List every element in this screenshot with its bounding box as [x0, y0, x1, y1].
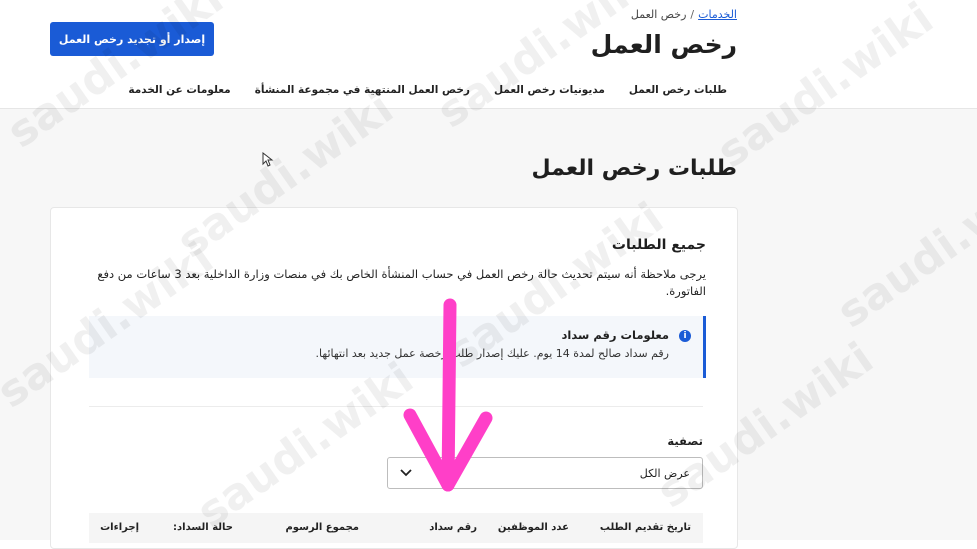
- main-content: طلبات رخص العمل جميع الطلبات يرجى ملاحظة…: [0, 109, 977, 549]
- tab-expired[interactable]: رخص العمل المنتهية في مجموعة المنشأة: [255, 84, 470, 96]
- section-title: طلبات رخص العمل: [531, 156, 737, 181]
- breadcrumb: الخدمات/رخص العمل: [631, 8, 737, 21]
- col-total-fees: مجموع الرسوم: [285, 522, 359, 533]
- info-icon: i: [679, 330, 691, 342]
- col-payment-status: حالة السداد:: [173, 522, 233, 533]
- table-header: تاريخ تقديم الطلب عدد الموظفين رقم سداد …: [89, 513, 703, 543]
- mouse-cursor-icon: [262, 152, 274, 167]
- breadcrumb-current: رخص العمل: [630, 8, 687, 21]
- breadcrumb-services-link[interactable]: الخدمات: [698, 8, 737, 21]
- divider: [89, 406, 703, 407]
- tab-service-info[interactable]: معلومات عن الخدمة: [128, 84, 230, 96]
- filter-selected-value: عرض الكل: [639, 467, 690, 480]
- breadcrumb-separator: /: [690, 8, 695, 21]
- filter-label: تصفية: [667, 434, 703, 448]
- info-title: معلومات رقم سداد: [561, 328, 669, 342]
- chevron-down-icon: [400, 469, 412, 477]
- info-text: رقم سداد صالح لمدة 14 يوم. عليك إصدار طل…: [315, 347, 669, 360]
- col-actions: إجراءات: [100, 522, 139, 533]
- requests-card: جميع الطلبات يرجى ملاحظة أنه سيتم تحديث …: [50, 207, 738, 549]
- issue-renew-button[interactable]: إصدار أو تجديد رخص العمل: [50, 22, 214, 56]
- page-header: الخدمات/رخص العمل رخص العمل إصدار أو تجد…: [0, 0, 977, 109]
- card-description: يرجى ملاحظة أنه سيتم تحديث حالة رخص العم…: [97, 267, 706, 298]
- col-sadad-number: رقم سداد: [429, 522, 477, 533]
- tabs-nav: طلبات رخص العمل مديونيات رخص العمل رخص ا…: [128, 84, 727, 96]
- page-title: رخص العمل: [590, 30, 737, 59]
- card-title: جميع الطلبات: [611, 237, 706, 253]
- info-box: i معلومات رقم سداد رقم سداد صالح لمدة 14…: [89, 316, 706, 378]
- col-request-date: تاريخ تقديم الطلب: [599, 522, 691, 533]
- col-employee-count: عدد الموظفين: [497, 522, 569, 533]
- tab-requests[interactable]: طلبات رخص العمل: [629, 84, 727, 96]
- tab-debts[interactable]: مديونيات رخص العمل: [494, 84, 605, 96]
- filter-select[interactable]: عرض الكل: [387, 457, 703, 489]
